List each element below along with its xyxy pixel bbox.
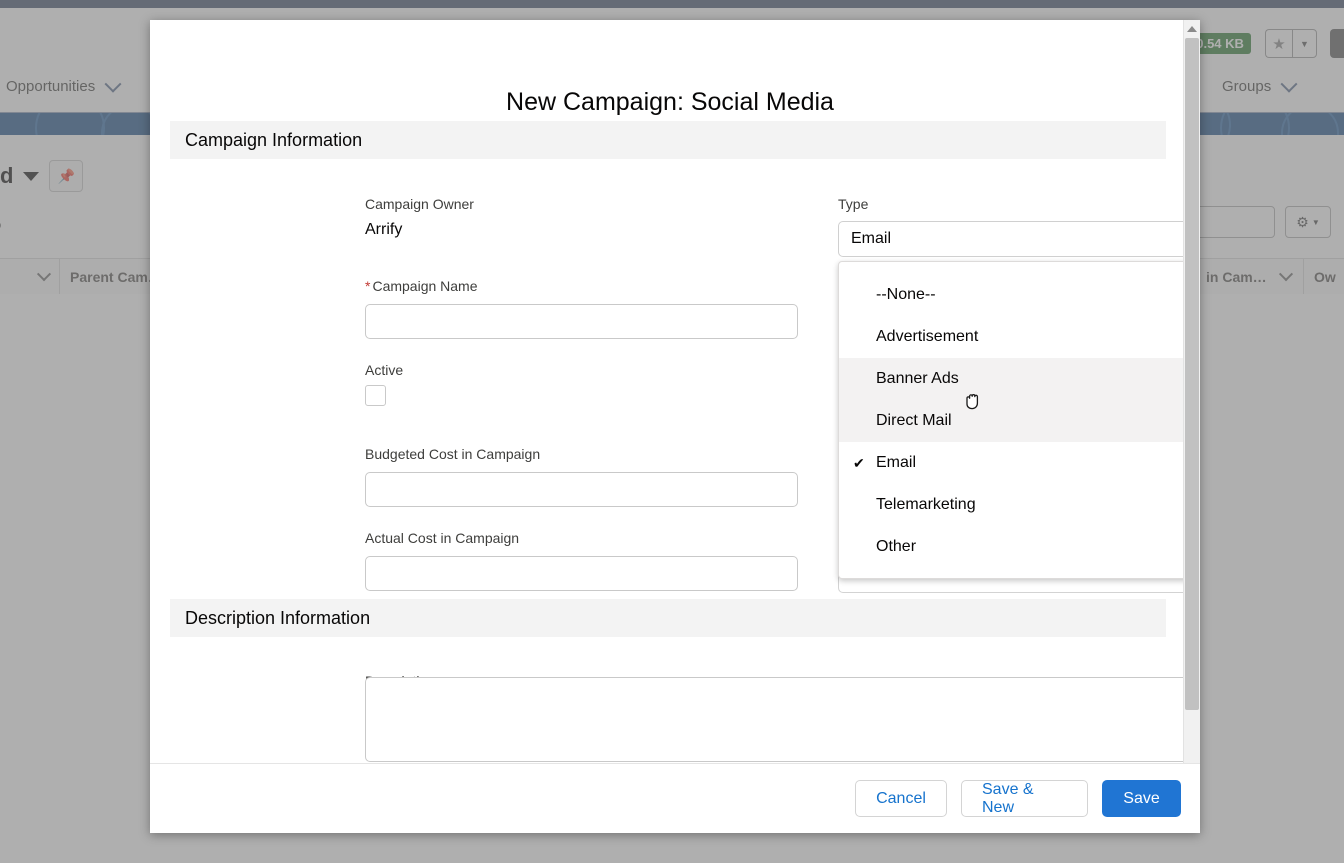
picklist-option-label: Advertisement — [876, 328, 979, 345]
picklist-option-other[interactable]: Other — [839, 526, 1192, 568]
active-checkbox[interactable] — [365, 385, 386, 406]
picklist-option-email[interactable]: ✔ Email — [839, 442, 1192, 484]
type-label: Type — [838, 196, 869, 212]
modal-scrollbar[interactable] — [1183, 20, 1200, 783]
campaign-owner-label: Campaign Owner — [365, 196, 474, 212]
picklist-option-label: Direct Mail — [876, 412, 952, 429]
grab-hand-cursor — [962, 390, 984, 412]
section-header-description-information: Description Information — [170, 599, 1166, 637]
campaign-name-label-text: Campaign Name — [372, 278, 478, 294]
active-label: Active — [365, 362, 404, 378]
picklist-option-none[interactable]: --None-- — [839, 274, 1192, 316]
section-header-campaign-information: Campaign Information — [170, 121, 1166, 159]
save-button[interactable]: Save — [1102, 780, 1181, 817]
actual-cost-input[interactable] — [365, 556, 798, 591]
cancel-button[interactable]: Cancel — [855, 780, 947, 817]
picklist-option-label: Email — [876, 454, 917, 471]
picklist-option-advertisement[interactable]: Advertisement — [839, 316, 1192, 358]
modal-footer: Cancel Save & New Save — [150, 763, 1200, 833]
required-asterisk: * — [365, 278, 371, 294]
picklist-option-label: Telemarketing — [876, 496, 976, 513]
scroll-up-arrow-icon[interactable] — [1184, 20, 1200, 37]
budgeted-cost-input[interactable] — [365, 472, 798, 507]
picklist-option-direct-mail[interactable]: Direct Mail — [839, 400, 1192, 442]
new-campaign-modal: New Campaign: Social Media Campaign Info… — [150, 20, 1200, 833]
campaign-name-input[interactable] — [365, 304, 798, 339]
picklist-option-label: Banner Ads — [876, 370, 959, 387]
modal-scroll-area: New Campaign: Social Media Campaign Info… — [150, 20, 1192, 762]
picklist-option-label: Other — [876, 538, 917, 555]
campaign-owner-value: Arrify — [365, 221, 403, 238]
check-icon: ✔ — [853, 454, 865, 471]
modal-title: New Campaign: Social Media — [506, 88, 834, 116]
description-textarea[interactable] — [365, 677, 1192, 762]
picklist-option-banner-ads[interactable]: Banner Ads — [839, 358, 1192, 400]
actual-cost-label: Actual Cost in Campaign — [365, 530, 520, 546]
type-picklist-button[interactable]: Email — [838, 221, 1192, 257]
section-title: Description Information — [185, 607, 371, 628]
campaign-name-label: * Campaign Name — [365, 278, 478, 294]
scrollbar-thumb[interactable] — [1185, 38, 1199, 710]
picklist-option-label: --None-- — [876, 286, 936, 303]
section-title: Campaign Information — [185, 129, 363, 150]
save-and-new-button[interactable]: Save & New — [961, 780, 1088, 817]
type-picklist-value: Email — [851, 230, 892, 247]
picklist-option-telemarketing[interactable]: Telemarketing — [839, 484, 1192, 526]
budgeted-cost-label: Budgeted Cost in Campaign — [365, 446, 541, 462]
type-picklist-menu[interactable]: --None-- Advertisement Banner Ads Direct… — [838, 261, 1192, 579]
